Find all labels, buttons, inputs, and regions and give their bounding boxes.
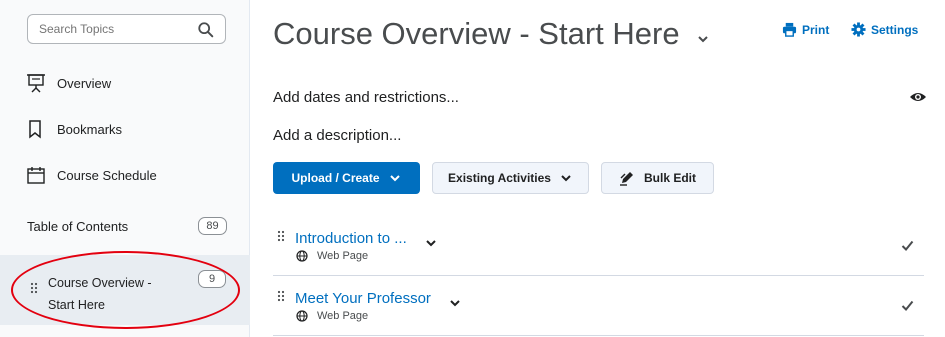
topic-row[interactable]: Meet Your Professor Web Page — [273, 276, 924, 336]
existing-activities-label: Existing Activities — [448, 171, 551, 185]
search-box[interactable] — [27, 14, 226, 44]
upload-create-button[interactable]: Upload / Create — [273, 162, 420, 194]
module-label: Course Overview - Start Here — [48, 272, 178, 316]
existing-activities-button[interactable]: Existing Activities — [432, 162, 589, 194]
print-label: Print — [802, 22, 830, 37]
sidebar-item-label: Overview — [57, 75, 112, 91]
globe-icon — [296, 310, 308, 322]
topic-type: Web Page — [296, 310, 368, 322]
add-dates-link[interactable]: Add dates and restrictions... — [273, 89, 459, 106]
add-description-link[interactable]: Add a description... — [273, 127, 401, 144]
chevron-down-icon — [389, 175, 400, 182]
topic-type: Web Page — [296, 250, 368, 262]
globe-icon — [296, 250, 308, 262]
pencil-icon — [619, 172, 633, 186]
drag-handle-icon[interactable] — [30, 282, 38, 296]
bookmark-icon — [29, 120, 41, 139]
bulk-edit-label: Bulk Edit — [643, 171, 696, 185]
sidebar: Overview Bookmarks Course Schedule Table… — [0, 0, 250, 337]
sidebar-item-label: Bookmarks — [57, 121, 123, 137]
bulk-edit-button[interactable]: Bulk Edit — [601, 162, 714, 194]
page-title-text: Course Overview - Start Here — [273, 16, 680, 51]
module-label-line2: Start Here — [48, 298, 105, 312]
settings-button[interactable]: Settings — [851, 22, 918, 37]
module-count-badge: 9 — [198, 270, 226, 288]
search-icon[interactable] — [197, 21, 215, 39]
drag-handle-icon[interactable] — [277, 230, 285, 244]
topic-title[interactable]: Introduction to ... — [295, 227, 437, 249]
toc-label: Table of Contents — [27, 218, 129, 234]
upload-create-label: Upload / Create — [291, 171, 380, 185]
printer-icon — [782, 22, 797, 37]
chevron-down-icon[interactable] — [696, 32, 710, 46]
chevron-down-icon[interactable] — [449, 297, 461, 309]
sidebar-item-overview[interactable]: Overview — [26, 73, 111, 93]
settings-label: Settings — [871, 22, 919, 37]
topic-type-label: Web Page — [317, 310, 369, 322]
chevron-down-icon[interactable] — [425, 237, 437, 249]
checkmark-icon — [901, 300, 914, 311]
calendar-icon — [27, 167, 45, 184]
print-button[interactable]: Print — [782, 22, 829, 37]
toc-count-badge: 89 — [198, 217, 227, 235]
sidebar-item-course-schedule[interactable]: Course Schedule — [26, 165, 157, 185]
topic-type-label: Web Page — [317, 250, 369, 262]
drag-handle-icon[interactable] — [277, 290, 285, 304]
search-input[interactable] — [39, 22, 189, 36]
gear-icon — [851, 22, 866, 37]
chevron-down-icon — [561, 175, 571, 182]
checkmark-icon — [901, 240, 914, 251]
topic-title-text[interactable]: Introduction to ... — [295, 230, 407, 247]
sidebar-item-label: Course Schedule — [57, 167, 157, 183]
module-label-line1: Course Overview - — [48, 276, 152, 290]
toc-module-course-overview[interactable]: Course Overview - Start Here 9 — [0, 255, 250, 325]
page-title: Course Overview - Start Here — [273, 16, 710, 52]
topic-title-text[interactable]: Meet Your Professor — [295, 290, 431, 307]
table-of-contents[interactable]: Table of Contents 89 — [27, 217, 227, 235]
topic-title[interactable]: Meet Your Professor — [295, 287, 461, 309]
sidebar-item-bookmarks[interactable]: Bookmarks — [26, 119, 122, 139]
eye-visibility-icon[interactable] — [909, 90, 927, 104]
topic-row[interactable]: Introduction to ... Web Page — [273, 216, 924, 276]
presentation-board-icon — [27, 74, 45, 93]
